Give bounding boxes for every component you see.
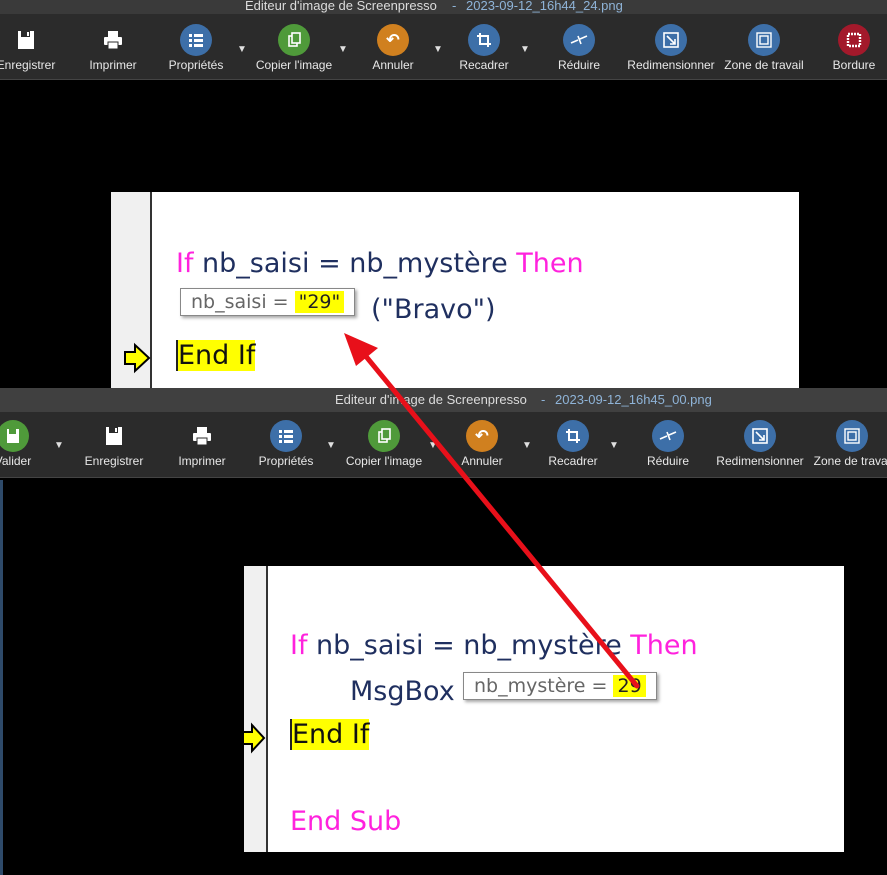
red-annotation-arrow xyxy=(344,333,640,689)
red-arrow-shaft xyxy=(361,351,640,689)
